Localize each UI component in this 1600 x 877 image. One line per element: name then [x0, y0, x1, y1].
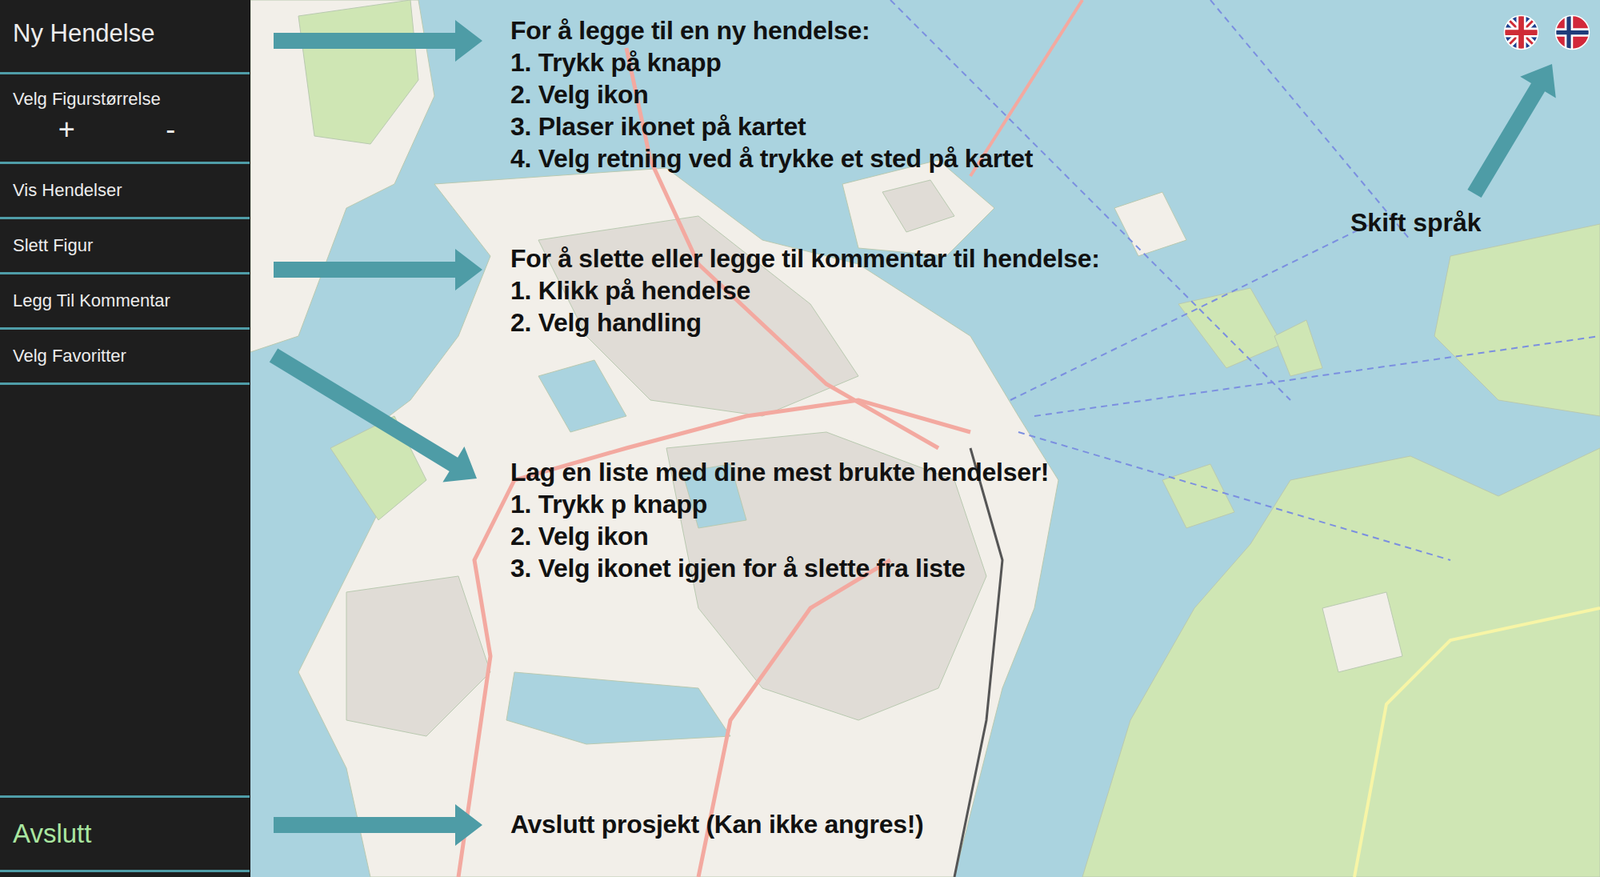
size-plus-button[interactable]: + — [42, 112, 92, 147]
help-line: 1. Trykk på knapp — [510, 46, 1033, 79]
help-line: 1. Trykk p knapp — [510, 488, 1049, 520]
size-minus-button[interactable]: - — [149, 112, 192, 147]
sidebar: Ny HendelseVelg Figurstørrelse+-Vis Hend… — [0, 0, 251, 877]
arrow-icon — [273, 804, 483, 846]
exit-button[interactable]: Avslutt — [0, 795, 250, 872]
help-note: For å slette eller legge til kommentar t… — [510, 242, 1100, 339]
exit-note: Avslutt prosjekt (Kan ikke angres!) — [510, 808, 924, 840]
size-buttons: +- — [12, 112, 237, 147]
help-line: 4. Velg retning ved å trykke et sted på … — [510, 142, 1033, 175]
map[interactable]: For å legge til en ny hendelse:1. Trykk … — [250, 0, 1600, 877]
arrow-icon — [269, 348, 477, 482]
arrow-icon — [273, 20, 483, 62]
help-line: For å slette eller legge til kommentar t… — [510, 242, 1100, 275]
language-switcher — [1503, 14, 1591, 51]
size-control: Velg Figurstørrelse+- — [0, 74, 250, 164]
sidebar-item[interactable]: Vis Hendelser — [0, 164, 250, 220]
help-line: 3. Velg ikonet igjen for å slette fra li… — [510, 552, 1049, 584]
help-line: For å legge til en ny hendelse: — [510, 14, 1033, 47]
help-line: 2. Velg handling — [510, 306, 1100, 339]
size-label: Velg Figurstørrelse — [12, 88, 237, 110]
uk-flag-icon[interactable] — [1503, 14, 1540, 51]
map-image[interactable] — [250, 0, 1600, 877]
sidebar-item[interactable]: Slett Figur — [0, 219, 250, 275]
sidebar-item[interactable]: Legg Til Kommentar — [0, 274, 250, 330]
help-line: Lag en liste med dine mest brukte hendel… — [510, 456, 1049, 488]
language-label: Skift språk — [1350, 208, 1482, 238]
help-note: For å legge til en ny hendelse:1. Trykk … — [510, 14, 1033, 175]
no-flag-icon[interactable] — [1554, 14, 1591, 51]
arrows — [250, 0, 1600, 877]
arrow-icon — [1467, 64, 1556, 198]
help-line: 2. Velg ikon — [510, 78, 1033, 111]
help-line: 3. Plaser ikonet på kartet — [510, 110, 1033, 143]
help-line: 1. Klikk på hendelse — [510, 274, 1100, 307]
arrow-icon — [273, 248, 483, 291]
sidebar-item[interactable]: Velg Favoritter — [0, 329, 250, 385]
new-event-button[interactable]: Ny Hendelse — [0, 0, 250, 75]
help-line: 2. Velg ikon — [510, 520, 1049, 552]
help-note: Lag en liste med dine mest brukte hendel… — [510, 456, 1049, 584]
